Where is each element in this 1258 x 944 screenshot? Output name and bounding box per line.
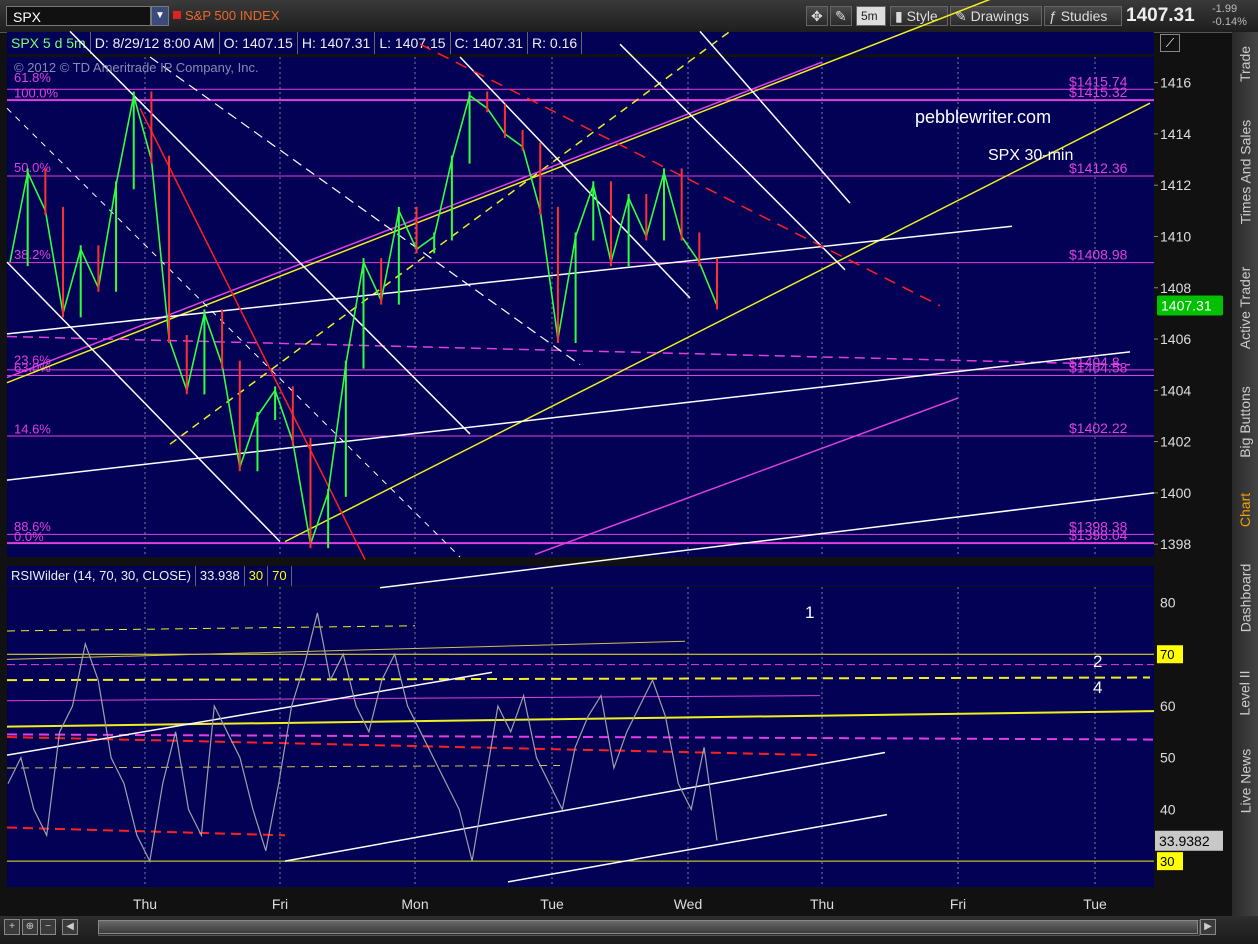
y-tick-label: 1410 (1160, 228, 1191, 244)
copyright-text: © 2012 © TD Ameritrade IP Company, Inc. (14, 60, 259, 75)
tab-label: Level II (1237, 669, 1254, 716)
tab-label: Chart (1237, 492, 1254, 528)
trend-line (149, 56, 581, 366)
tab-level-ii[interactable]: Level II (1232, 655, 1258, 730)
rsi-tick-label: 50 (1160, 750, 1176, 766)
level-label: $1398.04 (1069, 527, 1128, 543)
zoom-in-icon[interactable]: + (4, 919, 20, 935)
tab-chart[interactable]: Chart (1232, 480, 1258, 540)
x-tick-label: Thu (133, 896, 157, 912)
rsi-guide-line (6, 695, 821, 702)
y-tick-label: 1402 (1160, 434, 1191, 450)
y-tick-label: 1408 (1160, 280, 1191, 296)
fib-label: 14.6% (14, 421, 51, 436)
level-label: $1415.32 (1069, 84, 1128, 100)
rsi-guide-line (6, 826, 286, 837)
watermark-site: pebblewriter.com (915, 107, 1051, 127)
y-tick-label: 1412 (1160, 177, 1191, 193)
rsi-guide-line (6, 640, 686, 660)
trend-line (6, 335, 1131, 366)
trend-line (699, 30, 851, 204)
tab-label: Trade (1237, 45, 1253, 83)
tab-label: Big Buttons (1237, 386, 1254, 458)
fib-label: 0.0% (14, 529, 44, 544)
watermark-subtitle: SPX 30-min (988, 147, 1073, 164)
level-label: $1408.98 (1069, 247, 1128, 263)
trend-line (6, 351, 1131, 481)
y-tick-label: 1398 (1160, 536, 1191, 552)
last-price-label: 1407.31 (1161, 297, 1212, 313)
scroll-left-icon[interactable]: ◀ (62, 919, 78, 935)
y-tick-label: 1416 (1160, 75, 1191, 91)
rsi-annotation: 2 (1093, 652, 1102, 671)
tab-active-trader[interactable]: Active Trader (1232, 250, 1258, 365)
trend-line (6, 225, 1013, 335)
tab-label: Live News (1237, 748, 1253, 813)
tab-label: Times And Sales (1237, 119, 1253, 225)
rsi-tick-label: 80 (1160, 595, 1176, 611)
tab-label: Active Trader (1237, 266, 1254, 349)
x-tick-label: Tue (1083, 896, 1107, 912)
tab-dashboard[interactable]: Dashboard (1232, 548, 1258, 648)
y-tick-label: 1404 (1160, 382, 1191, 398)
rsi-threshold-label: 70 (1160, 647, 1174, 662)
rsi-guide-line (6, 625, 416, 632)
x-tick-label: Wed (674, 896, 703, 912)
rsi-tick-label: 40 (1160, 801, 1176, 817)
y-tick-label: 1414 (1160, 126, 1191, 142)
rsi-threshold-label: 30 (1160, 854, 1174, 869)
rsi-last-label: 33.9382 (1159, 833, 1210, 849)
tab-times-and-sales[interactable]: Times And Sales (1232, 102, 1258, 242)
rsi-guide-line (507, 813, 888, 883)
trend-line (534, 397, 959, 556)
level-label: $1412.36 (1069, 160, 1128, 176)
trend-line (619, 43, 846, 271)
rsi-guide-line (6, 676, 1151, 682)
rsi-guide-line (6, 764, 561, 769)
trend-line (6, 61, 823, 379)
trend-line (69, 30, 471, 435)
chart-layer: Thu Fri Mon Tue Wed Thu Fri Tue1398140014021404… (6, 0, 1223, 912)
trend-line (6, 0, 991, 384)
rsi-guide-line (6, 710, 1155, 728)
fib-label: 100.0% (14, 86, 59, 101)
rsi-guide-line (6, 736, 821, 757)
y-tick-label: 1400 (1160, 485, 1191, 501)
trend-line (379, 492, 1155, 589)
x-tick-label: Tue (540, 896, 564, 912)
tab-trade[interactable]: Trade (1232, 34, 1258, 94)
fib-label: 38.2% (14, 247, 51, 262)
trend-line (419, 43, 941, 307)
tab-label: Dashboard (1237, 563, 1253, 633)
zoom-out-icon[interactable]: − (40, 919, 56, 935)
rsi-guide-line (284, 751, 886, 862)
level-label: $1402.22 (1069, 420, 1128, 436)
rsi-tick-label: 60 (1160, 698, 1176, 714)
rsi-annotation: 1 (805, 603, 814, 622)
x-tick-label: Fri (950, 896, 966, 912)
level-label: $1404.58 (1069, 359, 1128, 375)
x-tick-label: Fri (272, 896, 288, 912)
scroll-thumb[interactable] (98, 920, 1198, 934)
scroll-right-icon[interactable]: ▶ (1200, 919, 1216, 935)
x-tick-label: Thu (810, 896, 834, 912)
chart-svg: Thu Fri Mon Tue Wed Thu Fri Tue1398140014021404… (6, 0, 1223, 912)
tab-live-news[interactable]: Live News (1232, 738, 1258, 823)
tab-big-buttons[interactable]: Big Buttons (1232, 373, 1258, 471)
x-tick-label: Mon (401, 896, 428, 912)
zoom-fit-icon[interactable]: ⊕ (22, 919, 38, 935)
rsi-annotation: 4 (1093, 678, 1102, 697)
y-tick-label: 1406 (1160, 331, 1191, 347)
